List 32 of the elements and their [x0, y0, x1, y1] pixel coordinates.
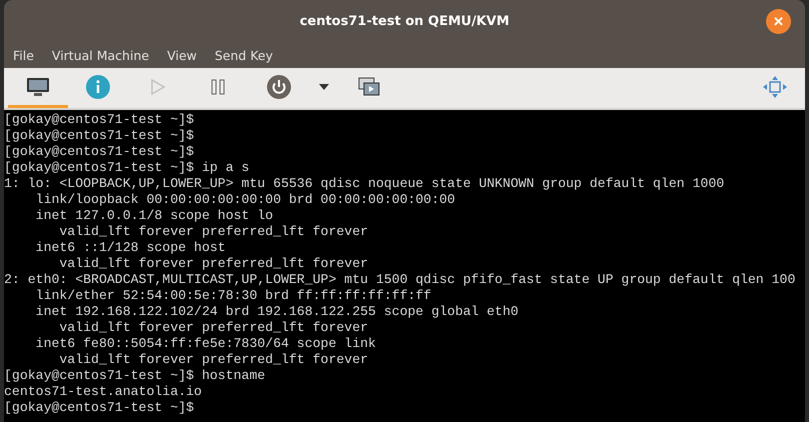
terminal-line: valid_lft forever preferred_lft forever	[58, 256, 370, 272]
menu-item[interactable]: Send Key	[210, 48, 278, 62]
terminal-line: 1: lo: <LOOPBACK,UP,LOWER_UP> mtu 65536 qdisc noqueue state UNKNOWN group default qlen 1000	[4, 176, 726, 192]
terminal-line: [gokay@centos71-test ~]$	[4, 112, 195, 128]
terminal-line: inet 192.168.122.102/24 brd 192.168.122.255 scope global eth0	[34, 304, 520, 320]
terminal-line: inet6 fe80::5054:ff:fe5e:7830/64 scope link	[34, 336, 377, 352]
terminal-line: 2: eth0: <BROADCAST,MULTICAST,UP,LOWER_UP> mtu 1500 qdisc pfifo_fast state UP group default qlen 100	[4, 272, 796, 288]
terminal-line: valid_lft forever preferred_lft forever	[58, 224, 370, 240]
terminal-line: [gokay@centos71-test ~]$	[4, 128, 195, 144]
terminal-line: [gokay@centos71-test ~]$ ip a s	[4, 160, 250, 176]
info-icon	[85, 74, 111, 100]
screens-icon	[358, 76, 380, 96]
power-icon	[266, 74, 292, 100]
play-icon	[150, 78, 166, 96]
terminal-line: [gokay@centos71-test ~]$	[4, 144, 195, 160]
terminal-line: [gokay@centos71-test ~]$ hostname	[4, 368, 266, 384]
terminal-line: valid_lft forever preferred_lft forever	[58, 320, 370, 336]
monitor-icon	[26, 76, 50, 96]
terminal-line: link/ether 52:54:00:5e:78:30 brd ff:ff:ff:ff:ff:ff	[34, 288, 432, 304]
terminal-line: centos71-test.anatolia.io	[4, 384, 203, 400]
terminal-line: link/loopback 00:00:00:00:00:00 brd 00:00:00:00:00:00	[34, 192, 456, 208]
fullscreen-icon	[762, 74, 788, 98]
terminal-line: inet6 ::1/128 scope host	[34, 240, 227, 256]
terminal-line: [gokay@centos71-test ~]$	[4, 400, 195, 416]
terminal-line: valid_lft forever preferred_lft forever	[58, 352, 370, 368]
window-title: centos71-test on QEMU/KVM	[300, 14, 510, 28]
terminal-line: inet 127.0.0.1/8 scope host lo	[34, 208, 274, 224]
caret-icon	[319, 84, 329, 90]
menu-item[interactable]: File	[8, 48, 39, 62]
menu-item[interactable]: Virtual Machine	[46, 48, 154, 62]
pause-icon	[211, 78, 225, 94]
menu-item[interactable]: View	[162, 48, 202, 62]
